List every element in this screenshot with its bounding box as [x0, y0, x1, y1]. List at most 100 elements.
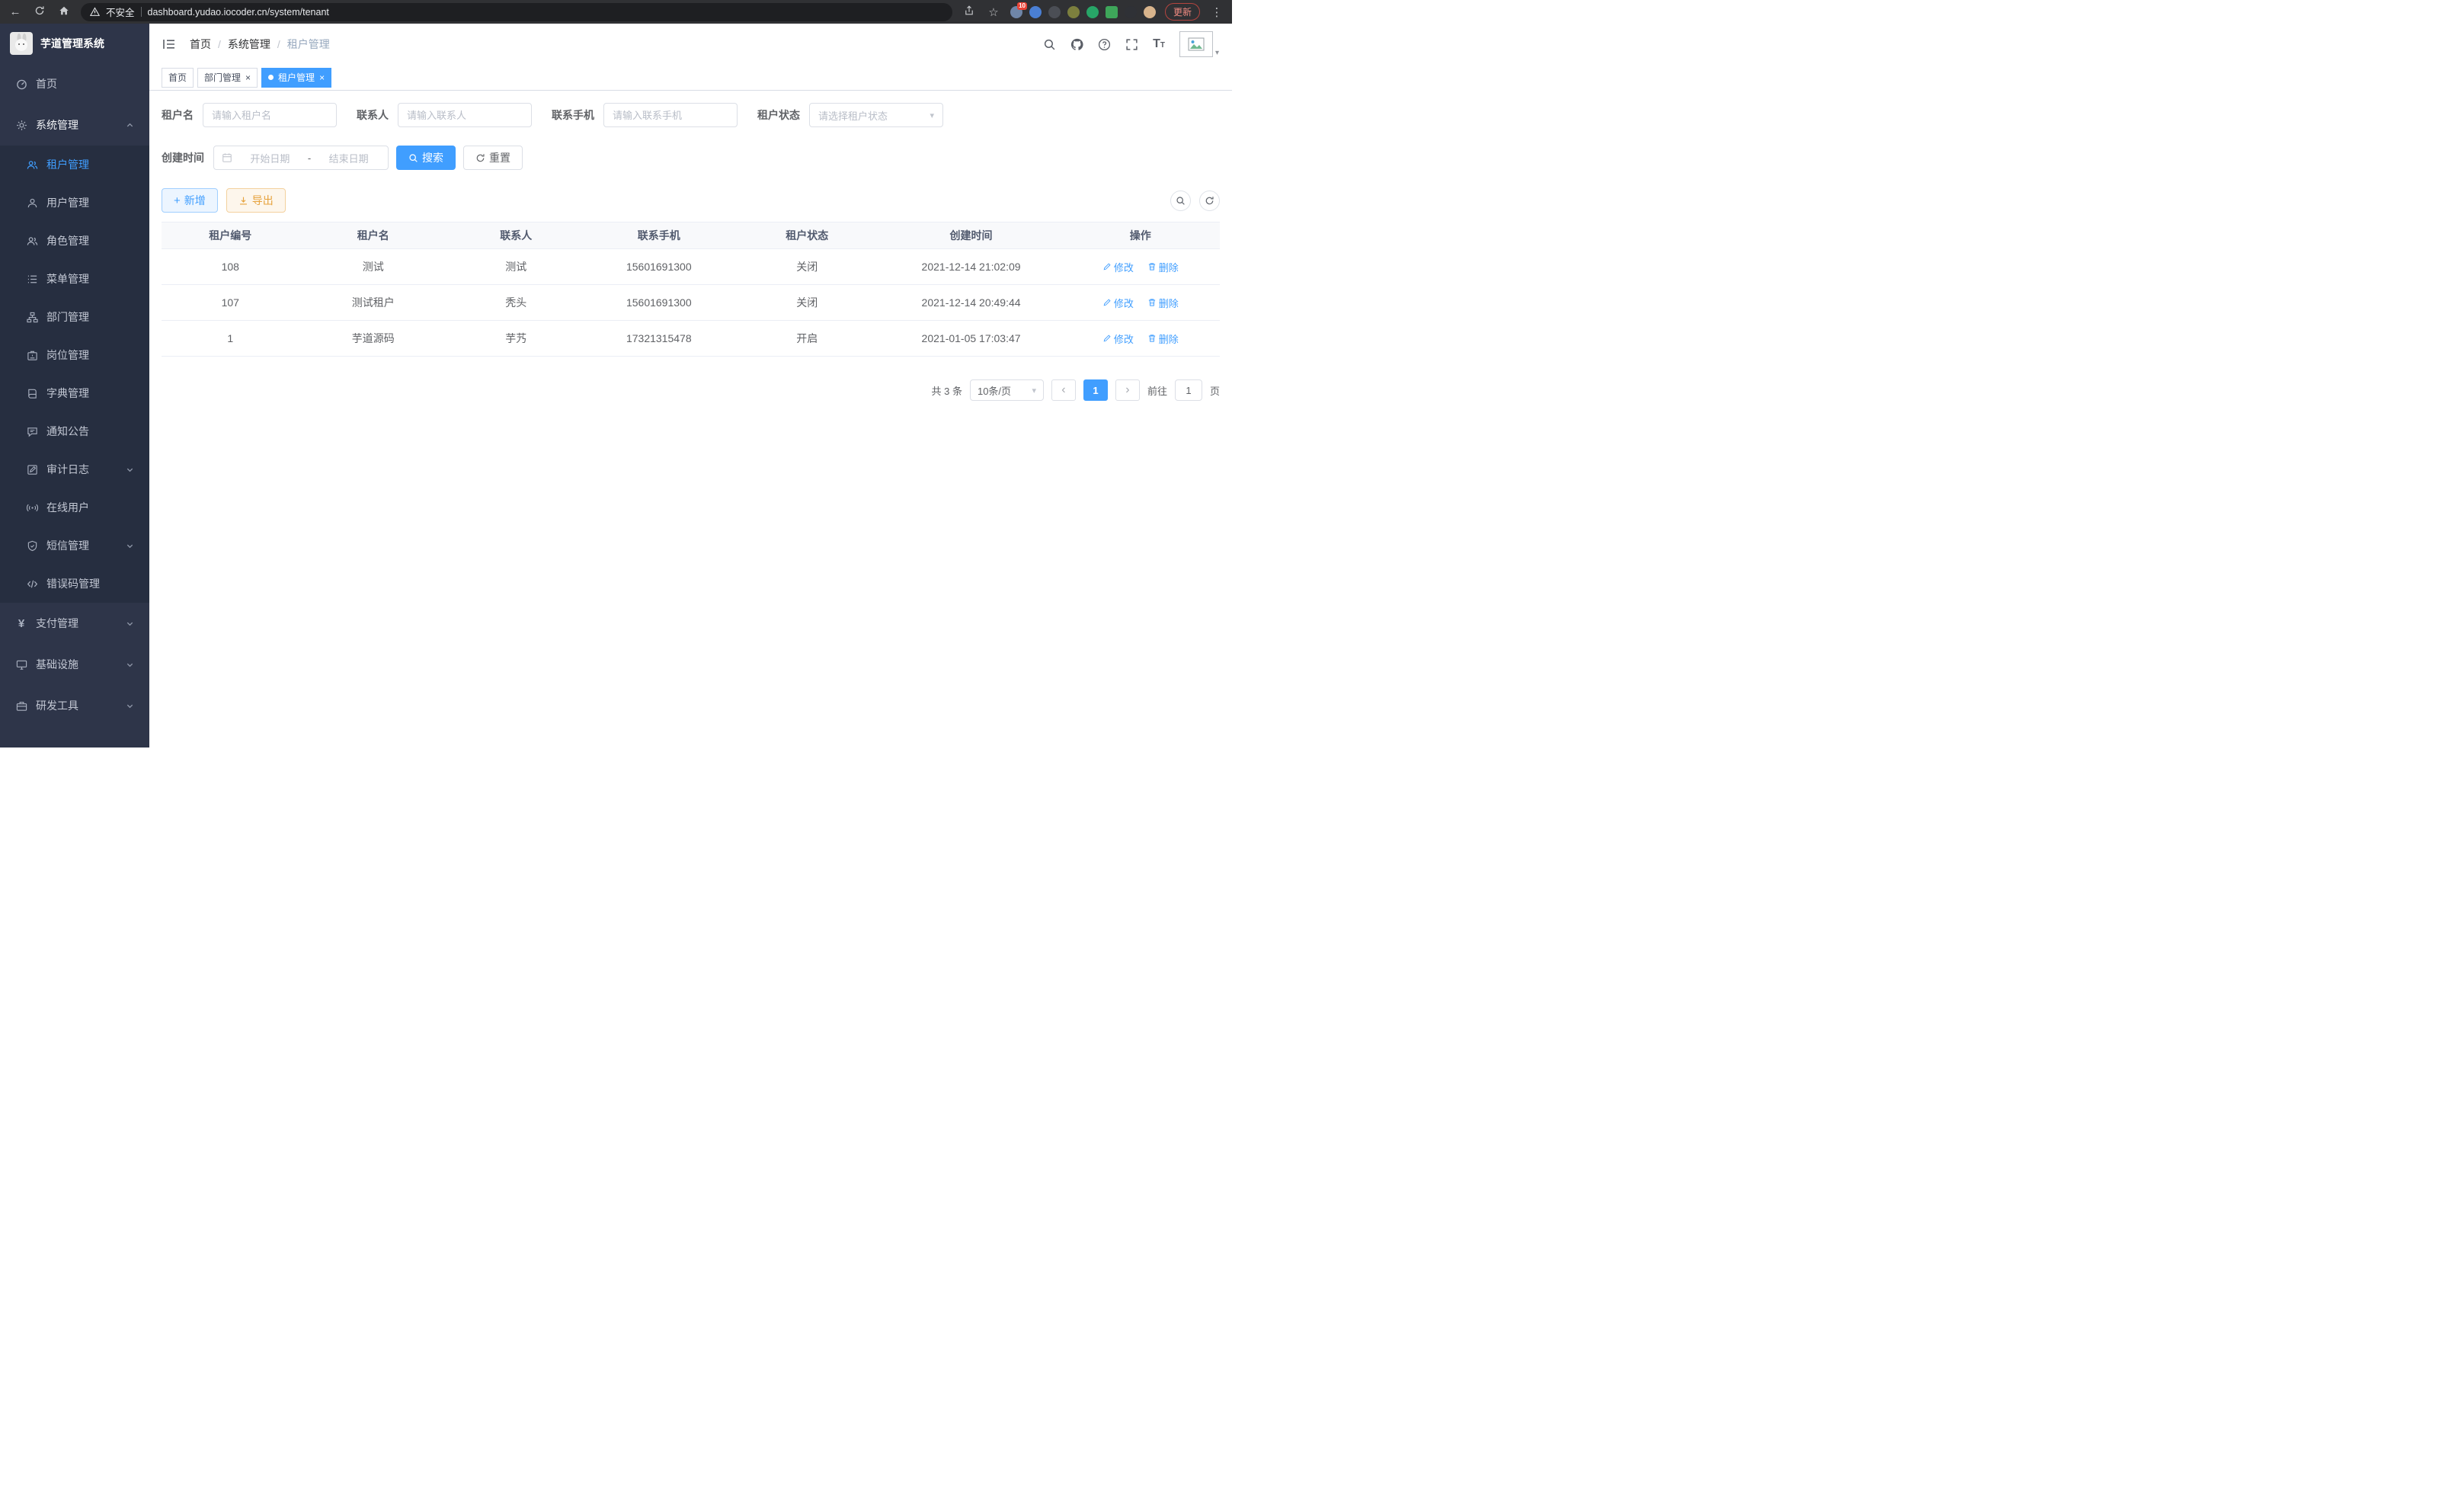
date-range-picker[interactable]: 开始日期 - 结束日期 [213, 146, 389, 170]
status-select[interactable]: 请选择租户状态 ▾ [809, 103, 943, 127]
edit-link[interactable]: 修改 [1102, 296, 1134, 310]
sidebar-item-user[interactable]: 用户管理 [0, 184, 149, 222]
add-button[interactable]: + 新增 [162, 188, 218, 213]
omnibox-divider [141, 7, 142, 17]
sidebar-item-payment[interactable]: ¥ 支付管理 [0, 603, 149, 644]
extension-icon[interactable] [1144, 6, 1156, 18]
extension-icon[interactable]: 10 [1010, 6, 1022, 18]
edit-link[interactable]: 修改 [1102, 331, 1134, 346]
sidebar-item-dict[interactable]: 字典管理 [0, 374, 149, 412]
sidebar-item-infrastructure[interactable]: 基础设施 [0, 644, 149, 685]
bookmark-star-icon[interactable]: ☆ [986, 5, 1001, 19]
breadcrumb-home[interactable]: 首页 [190, 37, 211, 52]
export-button[interactable]: 导出 [226, 188, 286, 213]
reset-button[interactable]: 重置 [463, 146, 523, 170]
edit-link[interactable]: 修改 [1102, 260, 1134, 274]
sidebar-item-label: 短信管理 [46, 538, 89, 553]
sidebar-item-audit-log[interactable]: 审计日志 [0, 450, 149, 488]
main-area: 首页 / 系统管理 / 租户管理 [149, 24, 1232, 748]
url-text[interactable]: dashboard.yudao.iocoder.cn/system/tenant [148, 7, 329, 18]
tab-home[interactable]: 首页 [162, 68, 194, 88]
extensions-row: 10 [1010, 6, 1156, 18]
prev-page-button[interactable]: ‹ [1051, 379, 1076, 401]
tab-tenant[interactable]: 租户管理 × [261, 68, 331, 88]
browser-menu-icon[interactable]: ⋮ [1209, 5, 1224, 19]
delete-link[interactable]: 删除 [1147, 296, 1179, 310]
show-search-button[interactable] [1170, 190, 1191, 211]
refresh-table-button[interactable] [1199, 190, 1220, 211]
breadcrumb-system[interactable]: 系统管理 [228, 37, 270, 52]
delete-link-label: 删除 [1159, 260, 1179, 274]
sidebar-item-dept[interactable]: 部门管理 [0, 298, 149, 336]
sidebar-collapse-icon[interactable] [162, 38, 176, 50]
col-header-id: 租户编号 [162, 222, 299, 249]
sidebar-item-menu[interactable]: 菜单管理 [0, 260, 149, 298]
user-menu[interactable]: ▾ [1179, 31, 1219, 57]
phone-input[interactable] [603, 103, 738, 127]
sidebar-item-notice[interactable]: 通知公告 [0, 412, 149, 450]
sidebar-item-system[interactable]: 系统管理 [0, 104, 149, 146]
avatar[interactable] [1179, 31, 1213, 57]
browser-refresh-icon[interactable] [32, 5, 47, 19]
sidebar-item-label: 错误码管理 [46, 576, 100, 591]
table-row: 107 测试租户 秃头 15601691300 关闭 2021-12-14 20… [162, 285, 1220, 321]
caret-down-icon[interactable]: ▾ [1215, 50, 1219, 57]
delete-link[interactable]: 删除 [1147, 331, 1179, 346]
delete-link[interactable]: 删除 [1147, 260, 1179, 274]
caret-down-icon: ▾ [1032, 386, 1036, 395]
sidebar-item-devtools[interactable]: 研发工具 [0, 685, 149, 726]
cell-name: 测试 [299, 249, 447, 285]
date-end-placeholder[interactable]: 结束日期 [317, 151, 380, 165]
tab-label: 租户管理 [278, 71, 315, 84]
address-bar[interactable]: 不安全 dashboard.yudao.iocoder.cn/system/te… [81, 3, 952, 21]
fullscreen-icon[interactable] [1125, 38, 1138, 51]
close-icon[interactable]: × [319, 73, 325, 82]
sidebar-item-label: 通知公告 [46, 424, 89, 439]
extension-icon[interactable] [1086, 6, 1099, 18]
next-page-button[interactable]: › [1115, 379, 1140, 401]
browser-back-icon[interactable]: ← [8, 5, 23, 18]
search-icon[interactable] [1043, 38, 1056, 51]
goto-page-input[interactable] [1175, 379, 1202, 401]
tab-dept[interactable]: 部门管理 × [197, 68, 258, 88]
export-button-label: 导出 [252, 193, 274, 208]
sidebar-item-post[interactable]: 岗位管理 [0, 336, 149, 374]
code-icon [26, 578, 38, 590]
sidebar-item-sms[interactable]: 短信管理 [0, 527, 149, 565]
active-dot-icon [268, 75, 274, 80]
github-icon[interactable] [1070, 38, 1083, 51]
contact-input[interactable] [398, 103, 532, 127]
sidebar-item-online-users[interactable]: 在线用户 [0, 488, 149, 527]
current-page-button[interactable]: 1 [1083, 379, 1108, 401]
sidebar-item-tenant[interactable]: 租户管理 [0, 146, 149, 184]
sidebar-submenu-system: 租户管理 用户管理 角色管理 菜单管理 [0, 146, 149, 603]
col-header-contact: 联系人 [447, 222, 585, 249]
extension-icon[interactable] [1029, 6, 1042, 18]
share-icon[interactable] [962, 5, 977, 19]
help-icon[interactable] [1098, 38, 1111, 51]
browser-home-icon[interactable] [56, 5, 72, 19]
extension-icon[interactable] [1067, 6, 1080, 18]
font-size-icon[interactable] [1153, 37, 1165, 51]
reset-button-label: 重置 [489, 150, 510, 165]
tab-label: 部门管理 [204, 71, 241, 84]
page-size-select[interactable]: 10条/页 ▾ [970, 379, 1044, 401]
goto-label: 前往 [1147, 383, 1167, 398]
sidebar-item-error-code[interactable]: 错误码管理 [0, 565, 149, 603]
extension-icon[interactable] [1048, 6, 1061, 18]
extension-icon[interactable] [1106, 6, 1118, 18]
sidebar-item-role[interactable]: 角色管理 [0, 222, 149, 260]
tenant-name-input[interactable] [203, 103, 337, 127]
cell-contact: 秃头 [447, 285, 585, 321]
table-row: 108 测试 测试 15601691300 关闭 2021-12-14 21:0… [162, 249, 1220, 285]
pencil-icon [1102, 334, 1112, 343]
close-icon[interactable]: × [245, 73, 251, 82]
cell-ops: 修改 删除 [1061, 249, 1220, 285]
browser-update-button[interactable]: 更新 [1165, 3, 1200, 21]
sidebar-item-label: 菜单管理 [46, 271, 89, 287]
extension-icon[interactable] [1125, 6, 1137, 18]
date-start-placeholder[interactable]: 开始日期 [238, 151, 302, 165]
search-button[interactable]: 搜索 [396, 146, 456, 170]
security-warning-label[interactable]: 不安全 [106, 5, 135, 19]
sidebar-item-home[interactable]: 首页 [0, 63, 149, 104]
